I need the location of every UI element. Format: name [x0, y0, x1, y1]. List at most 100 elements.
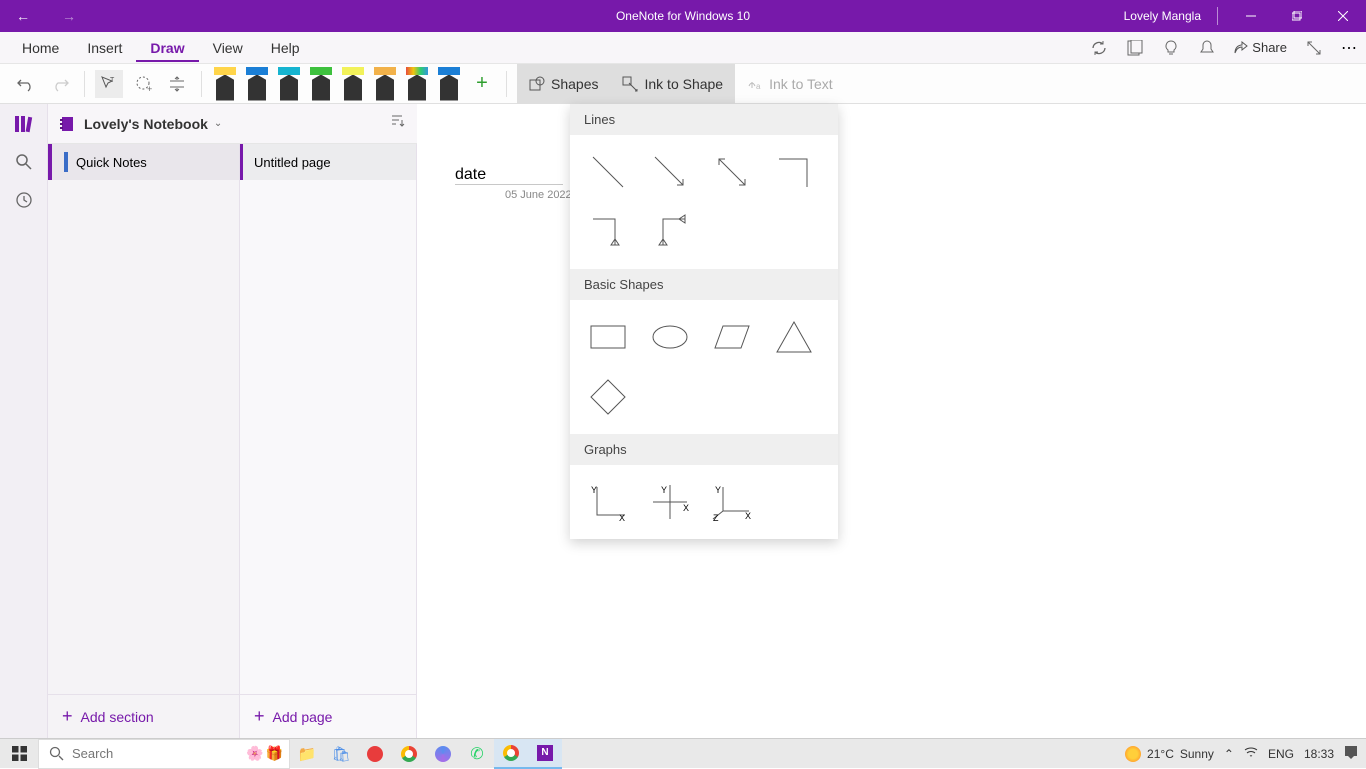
notebooks-icon[interactable]	[14, 114, 34, 134]
add-section-button[interactable]: + Add section	[48, 694, 239, 738]
taskbar-search[interactable]: 🌸🎁	[38, 739, 290, 769]
search-decoration: 🌸🎁	[246, 745, 283, 762]
window-title: OneNote for Windows 10	[616, 9, 750, 23]
section-item[interactable]: Quick Notes	[48, 144, 239, 180]
shapes-icon	[529, 76, 545, 92]
chrome-icon-1[interactable]	[392, 739, 426, 769]
shape-elbow-arrow-1[interactable]	[584, 209, 632, 255]
shape-line[interactable]	[584, 149, 632, 195]
menu-draw[interactable]: Draw	[136, 34, 198, 62]
pen-2[interactable]	[244, 67, 270, 101]
menu-insert[interactable]: Insert	[73, 34, 136, 62]
shape-graph-quad[interactable]: YX	[646, 479, 694, 525]
undo-button[interactable]	[12, 70, 40, 98]
share-icon	[1234, 41, 1248, 55]
more-button[interactable]: ⋯	[1341, 38, 1358, 58]
shapes-dropdown: Lines Basic Shapes Graphs YX YX YXZ	[570, 104, 838, 539]
add-page-label: Add page	[273, 709, 333, 725]
file-explorer-icon[interactable]: 📁	[290, 739, 324, 769]
add-page-button[interactable]: + Add page	[240, 694, 416, 738]
pages-list: Untitled page + Add page	[240, 144, 417, 738]
page-label: Untitled page	[254, 155, 331, 170]
pen-3[interactable]	[276, 67, 302, 101]
separator	[506, 71, 507, 97]
ink-to-shape-label: Ink to Shape	[644, 76, 723, 92]
menu-home[interactable]: Home	[8, 34, 73, 62]
shape-diamond[interactable]	[584, 374, 632, 420]
wifi-icon[interactable]	[1244, 746, 1258, 761]
search-icon[interactable]	[14, 152, 34, 172]
recent-icon[interactable]	[14, 190, 34, 210]
close-button[interactable]	[1320, 0, 1366, 32]
title-bar: ← → OneNote for Windows 10 Lovely Mangla	[0, 0, 1366, 32]
shape-ellipse[interactable]	[646, 314, 694, 360]
sync-icon[interactable]	[1090, 39, 1108, 57]
nav-panels: Lovely's Notebook ⌄ Quick Notes + Add se…	[48, 104, 417, 738]
page-canvas[interactable]: date 05 June 2022	[417, 104, 1366, 738]
ink-to-shape-icon	[622, 76, 638, 92]
shape-elbow-arrow-2[interactable]	[646, 209, 694, 255]
notifications-icon[interactable]	[1344, 745, 1358, 762]
shape-graph-xy[interactable]: YX	[584, 479, 632, 525]
ink-to-shape-button[interactable]: Ink to Shape	[610, 64, 735, 104]
forward-button[interactable]: →	[46, 8, 92, 24]
whatsapp-icon[interactable]: ✆	[460, 739, 494, 769]
pen-7[interactable]	[404, 67, 430, 101]
pen-gallery: +	[212, 67, 496, 101]
pen-4[interactable]	[308, 67, 334, 101]
fullscreen-icon[interactable]	[1305, 39, 1323, 57]
share-button[interactable]: Share	[1234, 40, 1287, 55]
notebook-header[interactable]: Lovely's Notebook ⌄	[48, 104, 417, 144]
shape-arrow[interactable]	[646, 149, 694, 195]
shape-elbow-1[interactable]	[770, 149, 818, 195]
shape-rectangle[interactable]	[584, 314, 632, 360]
page-item[interactable]: Untitled page	[240, 144, 416, 180]
menu-help[interactable]: Help	[257, 34, 314, 62]
svg-text:T: T	[110, 77, 115, 84]
back-button[interactable]: ←	[0, 8, 46, 24]
weather-cond: Sunny	[1180, 747, 1214, 761]
type-tool[interactable]: T	[95, 70, 123, 98]
language-indicator[interactable]: ENG	[1268, 747, 1294, 761]
user-name[interactable]: Lovely Mangla	[1124, 9, 1201, 23]
store-icon[interactable]: 🛍	[324, 739, 358, 769]
svg-text:a: a	[756, 82, 761, 91]
sort-button[interactable]	[389, 113, 405, 134]
page-view-icon[interactable]	[1126, 39, 1144, 57]
insert-space-tool[interactable]	[163, 70, 191, 98]
start-button[interactable]	[0, 739, 38, 769]
weather-widget[interactable]: 21°C Sunny	[1125, 746, 1214, 762]
pen-8[interactable]	[436, 67, 462, 101]
opera-icon[interactable]	[358, 739, 392, 769]
taskbar: 🌸🎁 📁 🛍 ✆ N 21°C Sunny ⌃ ENG 18:33	[0, 738, 1366, 768]
chrome-icon-2[interactable]	[494, 739, 528, 769]
maximize-button[interactable]	[1274, 0, 1320, 32]
pen-5[interactable]	[340, 67, 366, 101]
shape-triangle[interactable]	[770, 314, 818, 360]
redo-button	[46, 70, 74, 98]
pen-6[interactable]	[372, 67, 398, 101]
notebook-icon	[60, 116, 76, 132]
lightbulb-icon[interactable]	[1162, 39, 1180, 57]
shape-graph-3d[interactable]: YXZ	[708, 479, 756, 525]
draw-ribbon: T + + Shapes Ink to Shape a Ink to Text	[0, 64, 1366, 104]
minimize-button[interactable]	[1228, 0, 1274, 32]
clock[interactable]: 18:33	[1304, 747, 1334, 761]
svg-text:X: X	[745, 511, 751, 521]
app-icon-1[interactable]	[426, 739, 460, 769]
menu-view[interactable]: View	[199, 34, 257, 62]
shapes-button[interactable]: Shapes	[517, 64, 610, 104]
sun-icon	[1125, 746, 1141, 762]
svg-text:Z: Z	[713, 513, 719, 523]
lasso-tool[interactable]: +	[129, 70, 157, 98]
bell-icon[interactable]	[1198, 39, 1216, 57]
tray-chevron-icon[interactable]: ⌃	[1224, 747, 1234, 761]
shape-parallelogram[interactable]	[708, 314, 756, 360]
ink-to-text-label: Ink to Text	[769, 76, 833, 92]
add-pen-button[interactable]: +	[468, 70, 496, 98]
onenote-icon[interactable]: N	[528, 739, 562, 769]
separator	[1217, 7, 1218, 25]
shape-double-arrow[interactable]	[708, 149, 756, 195]
shapes-label: Shapes	[551, 76, 598, 92]
pen-1[interactable]	[212, 67, 238, 101]
